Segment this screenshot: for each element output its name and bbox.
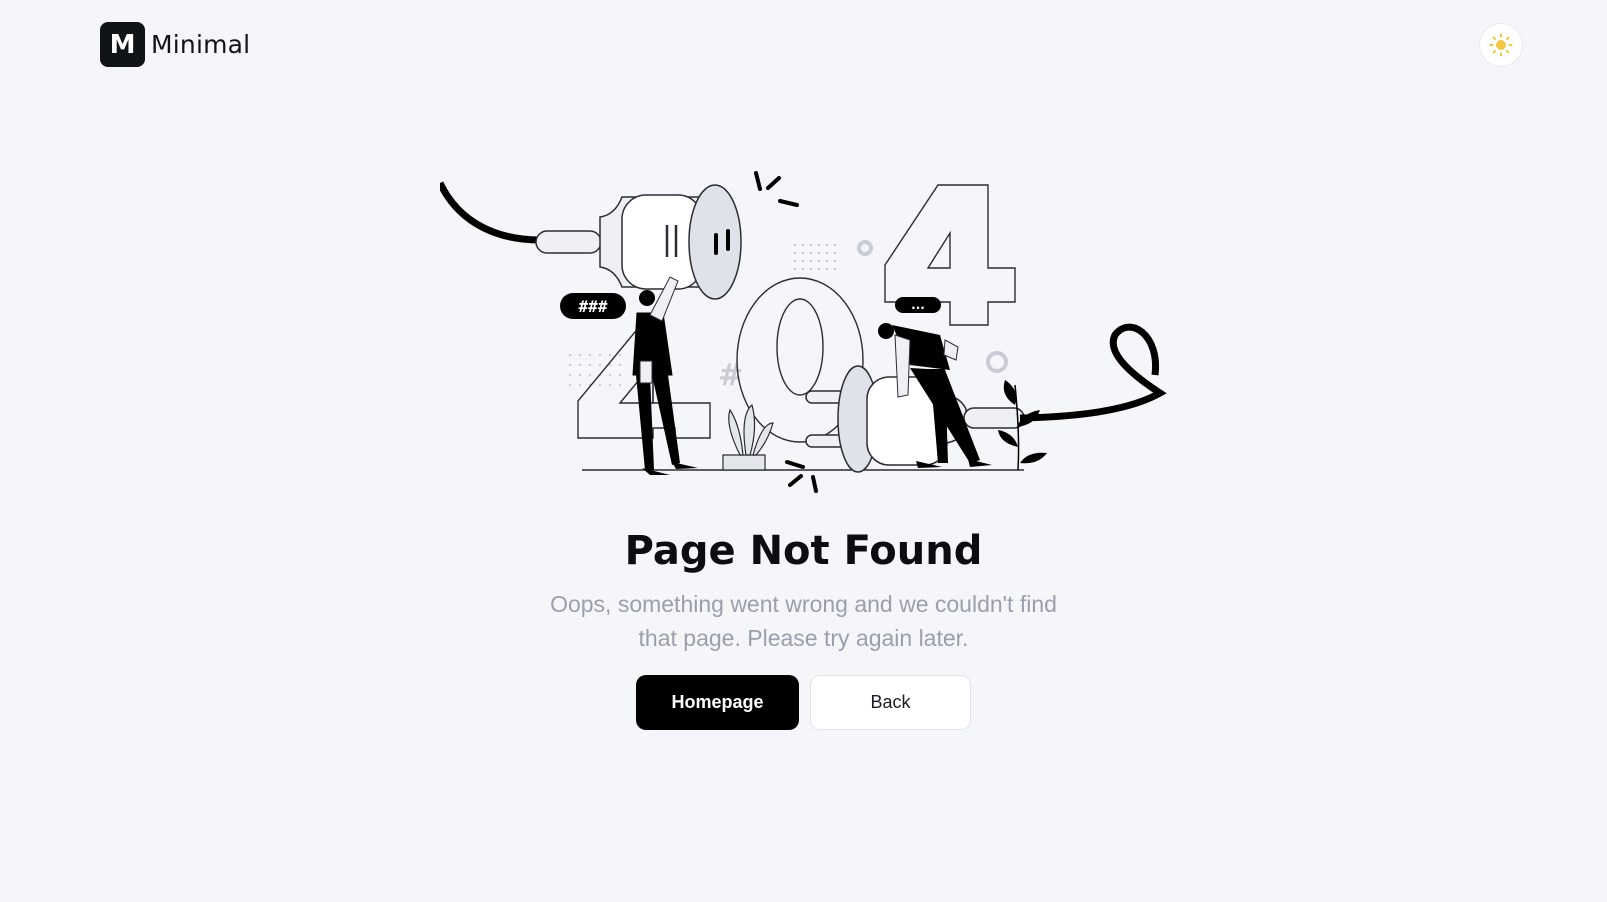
- sun-icon: [1489, 33, 1513, 57]
- left-cable: [440, 181, 541, 244]
- page-title: Page Not Found: [624, 528, 983, 574]
- header: M Minimal: [0, 0, 1607, 90]
- logo-text: Minimal: [151, 30, 251, 59]
- homepage-button[interactable]: Homepage: [636, 675, 799, 730]
- 404-illustration: # ### ...: [440, 171, 1167, 493]
- spark-bottom: [785, 460, 818, 493]
- speech-bubble-left: ###: [579, 297, 608, 316]
- speech-bubble-right: ...: [911, 298, 925, 312]
- error-message: Oops, something went wrong and we couldn…: [550, 591, 1057, 651]
- hash-sign: #: [718, 358, 743, 393]
- spark-top: [754, 171, 799, 207]
- worker-left: ###: [560, 276, 698, 475]
- plant-left: [722, 403, 774, 471]
- right-plug: [805, 365, 1025, 473]
- right-cable: [1019, 323, 1167, 422]
- back-button[interactable]: Back: [810, 675, 971, 730]
- left-plug: [535, 184, 742, 300]
- theme-toggle-button[interactable]: [1479, 23, 1523, 67]
- logo[interactable]: M Minimal: [100, 22, 250, 67]
- logo-mark: M: [100, 22, 145, 67]
